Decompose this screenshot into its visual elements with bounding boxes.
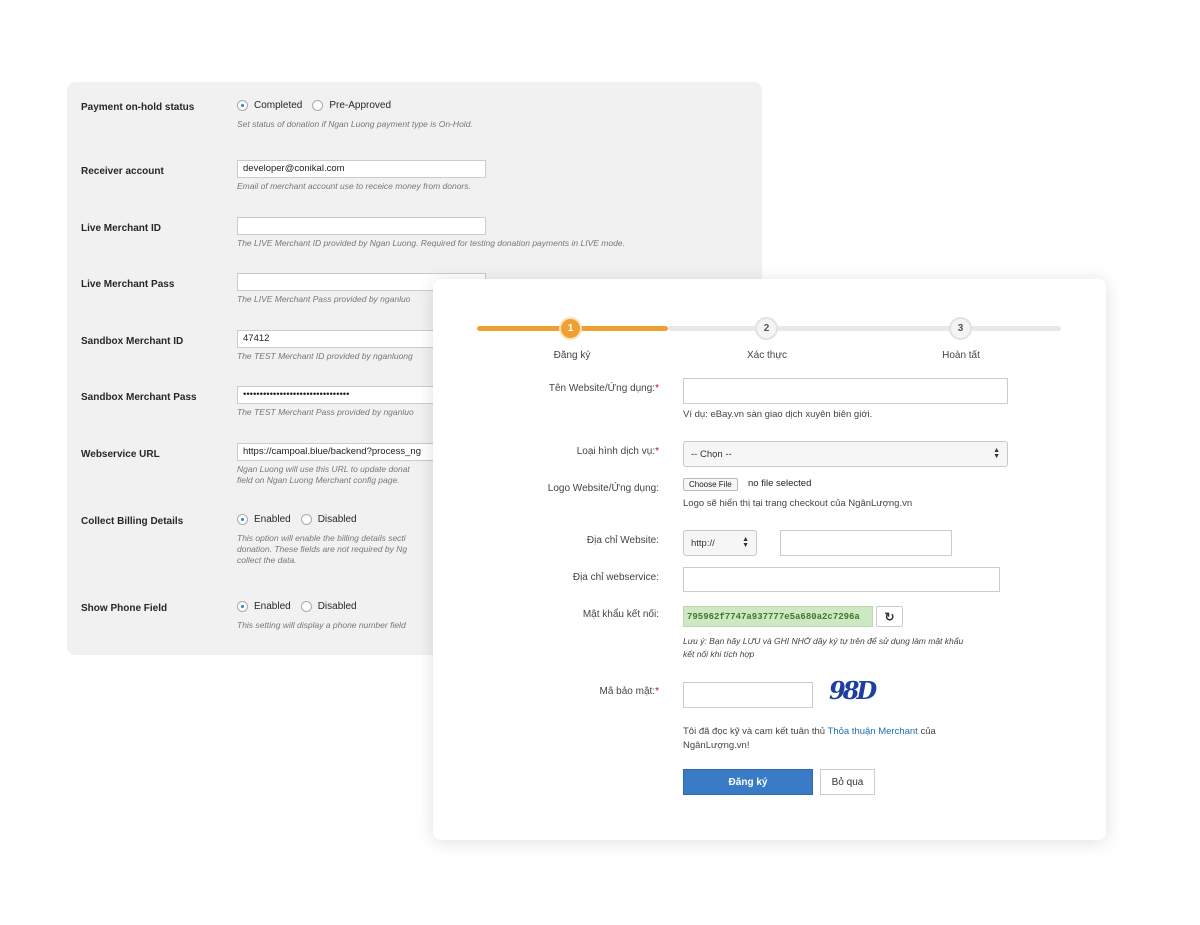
description-line: The LIVE Merchant ID provided by Ngan Lu… [237, 238, 625, 248]
service-type-select[interactable]: -- Chọn -- ▲ ▼ [683, 441, 1008, 467]
choose-file-button[interactable]: Choose File [683, 478, 738, 491]
settings-row-label: Payment on-hold status [81, 102, 195, 113]
radio-group: Completed Pre-Approved [237, 100, 391, 111]
radio-button[interactable] [312, 100, 324, 111]
settings-row-description: Ngan Luong will use this URL to update d… [237, 464, 410, 486]
step-1-label: Đăng ký [553, 350, 591, 361]
radio-group: Enabled Disabled [237, 601, 357, 612]
settings-row-label: Sandbox Merchant Pass [81, 392, 197, 403]
refresh-password-button[interactable]: ↻ [876, 606, 903, 627]
settings-row-label: Webservice URL [81, 449, 160, 460]
service-type-label: Loại hình dịch vụ:* [576, 446, 659, 457]
radio-option[interactable]: Completed [237, 100, 302, 111]
description-line: The TEST Merchant ID provided by nganluo… [237, 351, 413, 361]
radio-option[interactable]: Pre-Approved [312, 100, 391, 111]
skip-button[interactable]: Bỏ qua [820, 769, 875, 795]
description-line: field on Ngan Luong Merchant config page… [237, 475, 400, 485]
settings-row-label: Live Merchant ID [81, 223, 162, 234]
refresh-icon: ↻ [884, 609, 895, 624]
radio-button[interactable] [237, 514, 248, 525]
website-name-input[interactable] [683, 378, 1008, 404]
select-arrows-icon: ▲ ▼ [742, 536, 749, 549]
captcha-image: 98D [829, 676, 877, 705]
description-line: The LIVE Merchant Pass provided by nganl… [237, 294, 411, 304]
webservice-address-input[interactable] [683, 567, 1000, 592]
settings-row-label: Sandbox Merchant ID [81, 336, 184, 347]
radio-option[interactable]: Enabled [237, 601, 291, 612]
settings-row-label: Live Merchant Pass [81, 279, 175, 290]
step-2-label: Xác thực [746, 350, 788, 361]
radio-label: Disabled [317, 601, 357, 612]
connect-password-value: 795962f7747a937777e5a680a2c7296a [683, 606, 873, 627]
merchant-agreement-link[interactable]: Thỏa thuận Merchant [828, 726, 918, 737]
settings-text-input[interactable] [237, 217, 486, 235]
settings-row-label: Collect Billing Details [81, 516, 184, 527]
description-line: Set status of donation if Ngan Luong pay… [237, 119, 473, 129]
protocol-select[interactable]: http:// ▲ ▼ [683, 530, 757, 556]
radio-button[interactable] [300, 514, 312, 525]
radio-group: Enabled Disabled [237, 514, 357, 525]
register-button[interactable]: Đăng ký [683, 769, 813, 795]
radio-option[interactable]: Disabled [300, 514, 357, 525]
logo-hint: Logo sẽ hiển thị tại trang checkout của … [683, 498, 913, 509]
description-line: donation. These fields are not required … [237, 544, 408, 554]
settings-text-input[interactable]: developer@conikal.com [237, 160, 486, 178]
settings-row-description: Email of merchant account use to receice… [237, 181, 471, 192]
description-line: Ngan Luong will use this URL to update d… [237, 464, 410, 474]
terms-text: Tôi đã đọc kỹ và cam kết tuân thủ Thỏa t… [683, 726, 936, 751]
logo-label: Logo Website/Ứng dụng: [547, 483, 659, 494]
radio-label: Enabled [254, 514, 291, 525]
settings-row-description: The LIVE Merchant Pass provided by nganl… [237, 294, 410, 305]
step-1-circle: 1 [559, 317, 582, 340]
settings-row-description: Set status of donation if Ngan Luong pay… [237, 119, 473, 130]
step-3-label: Hoàn tất [942, 350, 980, 361]
settings-field: developer@conikal.com [237, 160, 486, 178]
radio-button[interactable] [237, 601, 248, 612]
settings-row-label: Show Phone Field [81, 603, 168, 614]
settings-row-description: The TEST Merchant Pass provided by nganl… [237, 407, 414, 418]
security-code-input[interactable] [683, 682, 813, 708]
step-3-circle: 3 [949, 317, 972, 340]
settings-row-description: The LIVE Merchant ID provided by Ngan Lu… [237, 238, 625, 249]
connect-password-label: Mật khẩu kết nối: [582, 609, 659, 620]
select-arrows-icon: ▲ ▼ [993, 447, 1000, 460]
website-name-hint: Ví dụ: eBay.vn sàn giao dịch xuyên biên … [683, 409, 873, 420]
security-code-label: Mã bảo mật:* [599, 686, 660, 697]
radio-button[interactable] [300, 601, 312, 612]
description-line: collect the data. [237, 555, 297, 565]
settings-row-label: Receiver account [81, 166, 164, 177]
step-progress-rest [668, 326, 1061, 331]
description-line: The TEST Merchant Pass provided by nganl… [237, 407, 414, 417]
website-address-input[interactable] [780, 530, 952, 556]
radio-label: Pre-Approved [329, 100, 392, 111]
webservice-address-label: Địa chỉ webservice: [572, 572, 659, 583]
settings-field [237, 217, 486, 235]
radio-label: Disabled [317, 514, 357, 525]
description-line: This option will enable the billing deta… [237, 533, 406, 543]
radio-option[interactable]: Disabled [300, 601, 357, 612]
file-status: no file selected [748, 478, 812, 489]
register-card: 1 2 3 Đăng ký Xác thực Hoàn tất Tên Webs… [433, 279, 1106, 840]
settings-row-description: This option will enable the billing deta… [237, 533, 407, 566]
radio-option[interactable]: Enabled [237, 514, 291, 525]
settings-row-description: The TEST Merchant ID provided by nganluo… [237, 351, 413, 362]
settings-row-description: This setting will display a phone number… [237, 620, 406, 631]
step-2-circle: 2 [755, 317, 778, 340]
radio-label: Enabled [254, 601, 291, 612]
radio-button[interactable] [237, 100, 248, 111]
website-name-label: Tên Website/Ứng dụng:* [548, 383, 659, 394]
description-line: Email of merchant account use to receice… [237, 181, 471, 191]
connect-password-note: Lưu ý: Bạn hãy LƯU và GHI NHỚ dãy ký tự … [683, 636, 964, 659]
radio-label: Completed [254, 100, 303, 111]
description-line: This setting will display a phone number… [237, 620, 406, 630]
website-address-label: Địa chỉ Website: [586, 535, 659, 546]
